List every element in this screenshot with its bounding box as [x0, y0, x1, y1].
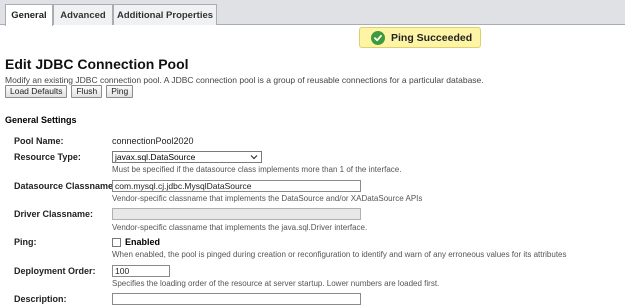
deployment-order-label: Deployment Order: — [14, 266, 96, 276]
resource-type-help: Must be specified if the datasource clas… — [112, 165, 402, 174]
page-title: Edit JDBC Connection Pool — [5, 56, 189, 72]
action-buttons: Load Defaults Flush Ping — [5, 85, 134, 98]
tab-general[interactable]: General — [5, 4, 53, 26]
tab-advanced[interactable]: Advanced — [53, 4, 113, 25]
section-title-general-settings: General Settings — [5, 115, 77, 125]
flush-button[interactable]: Flush — [71, 85, 103, 98]
resource-type-select[interactable]: javax.sql.DataSource — [112, 151, 262, 163]
resource-type-label: Resource Type: — [14, 152, 81, 162]
driver-classname-help: Vendor-specific classname that implement… — [112, 223, 368, 232]
ping-status-text: Ping Succeeded — [391, 31, 473, 44]
deployment-order-help: Specifies the loading order of the resou… — [112, 279, 440, 288]
load-defaults-button[interactable]: Load Defaults — [5, 85, 68, 98]
description-label: Description: — [14, 294, 67, 304]
ping-enabled-checkbox[interactable] — [112, 238, 121, 247]
deployment-order-input[interactable]: 100 — [112, 265, 170, 277]
datasource-classname-help: Vendor-specific classname that implement… — [112, 194, 423, 203]
page-description: Modify an existing JDBC connection pool.… — [5, 75, 484, 85]
ping-status-banner: Ping Succeeded — [359, 27, 481, 48]
resource-type-selected-value: javax.sql.DataSource — [115, 152, 196, 162]
pool-name-label: Pool Name: — [14, 136, 64, 146]
ping-help: When enabled, the pool is pinged during … — [112, 250, 567, 259]
driver-classname-label: Driver Classname: — [14, 209, 94, 219]
driver-classname-input[interactable] — [112, 208, 361, 220]
tab-bar: General Advanced Additional Properties — [0, 0, 625, 26]
description-input[interactable] — [112, 293, 361, 305]
chevron-down-icon — [250, 155, 258, 160]
ping-label: Ping: — [14, 237, 37, 247]
tab-additional-properties[interactable]: Additional Properties — [113, 4, 217, 25]
datasource-classname-label: Datasource Classname: — [14, 181, 117, 191]
ping-button[interactable]: Ping — [106, 85, 134, 98]
check-circle-icon — [371, 30, 385, 45]
datasource-classname-input[interactable]: com.mysql.cj.jdbc.MysqlDataSource — [112, 180, 361, 192]
pool-name-value: connectionPool2020 — [112, 136, 194, 146]
ping-enabled-label: Enabled — [125, 237, 161, 247]
